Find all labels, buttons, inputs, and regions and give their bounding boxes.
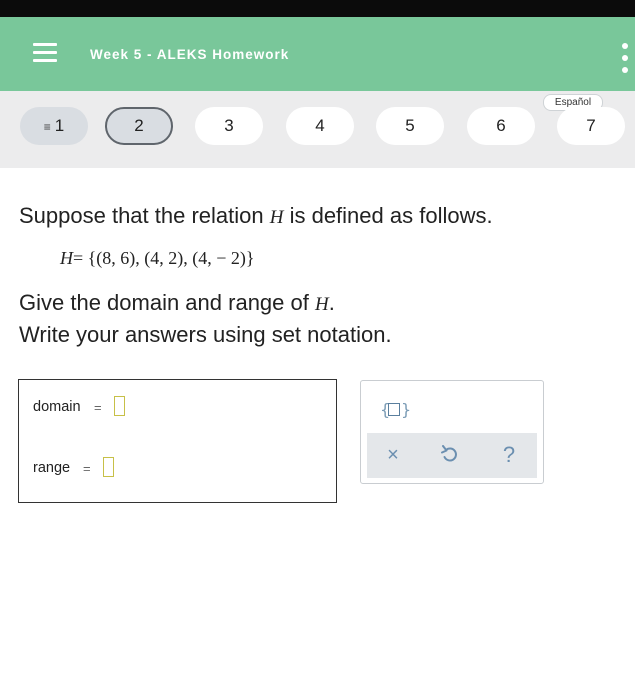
question-tab-5[interactable]: 5 xyxy=(376,107,444,145)
question-tab-3[interactable]: 3 xyxy=(195,107,263,145)
help-button[interactable]: ? xyxy=(495,441,523,469)
set-notation-button[interactable]: { } xyxy=(380,398,412,422)
right-brace-icon: } xyxy=(401,400,412,419)
question-tab-label: 3 xyxy=(224,116,234,135)
app-header: Week 5 - ALEKS Homework xyxy=(0,17,635,91)
notation-instruction: Write your answers using set notation. xyxy=(19,322,392,347)
question-tab-label: 5 xyxy=(405,116,415,135)
instruction-text: Give the domain and range of xyxy=(19,290,315,315)
question-tab-4[interactable]: 4 xyxy=(286,107,354,145)
close-icon: × xyxy=(387,444,399,466)
relation-definition: H= {(8, 6), (4, 2), (4, − 2)} xyxy=(60,248,255,269)
relation-variable: H xyxy=(269,207,284,228)
question-tab-7[interactable]: 7 xyxy=(557,107,625,145)
problem-statement: Suppose that the relation H is defined a… xyxy=(19,203,493,229)
statement-text: Suppose that the relation xyxy=(19,203,270,228)
set-variable: H xyxy=(60,248,73,268)
question-tab-label: 4 xyxy=(315,116,325,135)
more-options-icon[interactable] xyxy=(620,43,630,77)
domain-input[interactable] xyxy=(114,396,125,416)
question-tab-1[interactable]: ≡ 1 xyxy=(20,107,88,145)
range-equals: = xyxy=(83,461,91,476)
placeholder-box-icon xyxy=(388,403,400,416)
question-instruction: Give the domain and range of H. xyxy=(19,290,335,316)
tool-action-bar: × ? xyxy=(367,433,537,478)
undo-icon xyxy=(441,445,457,462)
undo-button[interactable] xyxy=(436,441,464,469)
statement-text: is defined as follows. xyxy=(283,203,493,228)
question-tab-label: 1 xyxy=(54,116,65,135)
question-tab-label: 6 xyxy=(496,116,506,135)
question-tab-6[interactable]: 6 xyxy=(467,107,535,145)
page-title: Week 5 - ALEKS Homework xyxy=(90,47,290,62)
question-tab-2[interactable]: 2 xyxy=(105,107,173,145)
top-status-bar xyxy=(0,0,635,17)
completed-icon: ≡ xyxy=(43,120,51,134)
domain-label: domain xyxy=(33,399,81,415)
menu-icon[interactable] xyxy=(33,43,59,63)
question-tab-label: 2 xyxy=(134,116,144,135)
range-input[interactable] xyxy=(103,457,114,477)
question-tab-label: 7 xyxy=(586,116,596,135)
instruction-text: . xyxy=(328,290,335,315)
range-label: range xyxy=(33,460,71,476)
set-elements: = {(8, 6), (4, 2), (4, − 2)} xyxy=(73,248,255,268)
domain-equals: = xyxy=(94,400,102,415)
relation-variable: H xyxy=(314,294,329,315)
answer-box: domain = range = xyxy=(18,379,337,503)
help-icon: ? xyxy=(502,442,516,467)
clear-button[interactable]: × xyxy=(379,441,407,469)
